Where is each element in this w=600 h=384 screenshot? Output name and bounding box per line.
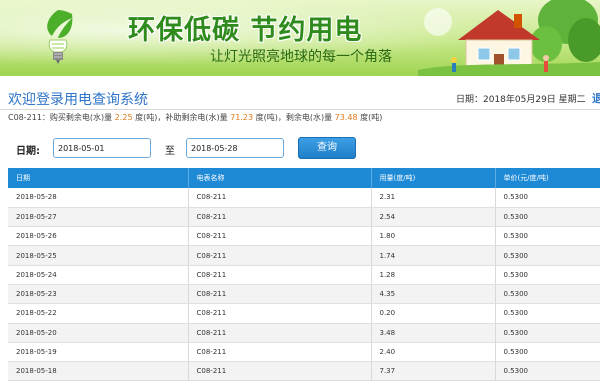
cell-meter: C08-211 [188, 284, 372, 305]
cell-date: 2018-05-25 [8, 245, 189, 266]
bought-value: 2.25 [114, 113, 133, 122]
header-date: 日期 [8, 168, 189, 188]
to-label: 至 [165, 146, 175, 157]
cell-meter: C08-211 [188, 207, 372, 228]
cell-price: 0.5300 [495, 245, 600, 266]
subsidy-value: 71.23 [230, 113, 254, 122]
cell-usage: 1.80 [371, 226, 496, 247]
cell-usage: 2.54 [371, 207, 496, 228]
cell-meter: C08-211 [188, 323, 372, 343]
current-date: 日期：2018年05月29日 星期二 [456, 95, 586, 105]
cell-meter: C08-211 [188, 361, 372, 382]
cell-usage: 3.48 [371, 323, 496, 343]
cell-date: 2018-05-23 [8, 284, 189, 305]
cell-usage: 1.28 [371, 265, 496, 285]
cell-usage: 1.74 [371, 245, 496, 266]
header-usage: 用量(度/吨) [371, 168, 496, 188]
cell-date: 2018-05-20 [8, 323, 189, 343]
query-button[interactable]: 查询 [298, 137, 356, 159]
bought-prefix: 购买剩余电(水)量 [49, 113, 115, 122]
cell-price: 0.5300 [495, 265, 600, 285]
cell-price: 0.5300 [495, 361, 600, 382]
start-date-input[interactable] [53, 138, 151, 158]
cell-usage: 2.31 [371, 188, 496, 208]
page-title: 欢迎登录用电查询系统 [8, 92, 148, 108]
cell-date: 2018-05-28 [8, 188, 189, 208]
cell-meter: C08-211 [188, 245, 372, 266]
title-bar: 欢迎登录用电查询系统 日期：2018年05月29日 星期二 退 [0, 84, 600, 110]
cell-meter: C08-211 [188, 303, 372, 324]
header-meter: 电表名称 [188, 168, 372, 188]
banner-subslogan: 让灯光照亮地球的每一个角落 [210, 49, 392, 65]
cell-meter: C08-211 [188, 226, 372, 247]
table-row: 2018-05-23 C08-211 4.35 0.5300 [8, 284, 600, 305]
cell-meter: C08-211 [188, 342, 372, 363]
cell-price: 0.5300 [495, 207, 600, 228]
date-label: 日期: [16, 146, 40, 157]
cell-usage: 2.40 [371, 342, 496, 363]
cell-price: 0.5300 [495, 188, 600, 208]
remaining-value: 73.48 [334, 113, 358, 122]
table-row: 2018-05-28 C08-211 2.31 0.5300 [8, 188, 600, 208]
cell-date: 2018-05-26 [8, 226, 189, 247]
cell-price: 0.5300 [495, 342, 600, 363]
end-date-input[interactable] [186, 138, 284, 158]
cell-usage: 4.35 [371, 284, 496, 305]
cell-price: 0.5300 [495, 226, 600, 247]
table-header-row: 日期 电表名称 用量(度/吨) 单价(元/度/吨) [8, 168, 600, 188]
balance-summary: C08-211：购买剩余电(水)量 2.25 度(吨)，补助剩余电(水)量 71… [8, 112, 382, 123]
logout-link[interactable]: 退 [592, 90, 600, 106]
remaining-prefix: 剩余电(水)量 [285, 113, 335, 122]
usage-table: 日期 电表名称 用量(度/吨) 单价(元/度/吨) 2018-05-28 C08… [8, 168, 600, 382]
table-row: 2018-05-26 C08-211 1.80 0.5300 [8, 226, 600, 247]
banner-slogan: 环保低碳 节约用电 [128, 15, 363, 46]
table-row: 2018-05-24 C08-211 1.28 0.5300 [8, 265, 600, 285]
cell-date: 2018-05-18 [8, 361, 189, 382]
cell-price: 0.5300 [495, 323, 600, 343]
table-row: 2018-05-22 C08-211 0.20 0.5300 [8, 303, 600, 324]
header-banner: 环保低碳 节约用电 让灯光照亮地球的每一个角落 [0, 0, 600, 76]
cell-date: 2018-05-19 [8, 342, 189, 363]
cell-date: 2018-05-27 [8, 207, 189, 228]
cell-price: 0.5300 [495, 284, 600, 305]
cell-meter: C08-211 [188, 265, 372, 285]
subsidy-unit: 度(吨)， [253, 113, 286, 122]
cell-price: 0.5300 [495, 303, 600, 324]
meter-label: C08-211： [8, 113, 50, 122]
bought-unit: 度(吨)， [132, 113, 166, 122]
table-row: 2018-05-19 C08-211 2.40 0.5300 [8, 342, 600, 363]
cell-usage: 7.37 [371, 361, 496, 382]
table-row: 2018-05-18 C08-211 7.37 0.5300 [8, 361, 600, 382]
eco-bulb-icon [47, 10, 73, 64]
cell-date: 2018-05-24 [8, 265, 189, 285]
table-row: 2018-05-25 C08-211 1.74 0.5300 [8, 245, 600, 266]
house-illustration [418, 0, 600, 76]
table-row: 2018-05-20 C08-211 3.48 0.5300 [8, 323, 600, 343]
remaining-unit: 度(吨) [357, 113, 383, 122]
subsidy-prefix: 补助剩余电(水)量 [165, 113, 231, 122]
cell-date: 2018-05-22 [8, 303, 189, 324]
table-row: 2018-05-27 C08-211 2.54 0.5300 [8, 207, 600, 228]
cell-meter: C08-211 [188, 188, 372, 208]
header-price: 单价(元/度/吨) [495, 168, 600, 188]
cell-usage: 0.20 [371, 303, 496, 324]
